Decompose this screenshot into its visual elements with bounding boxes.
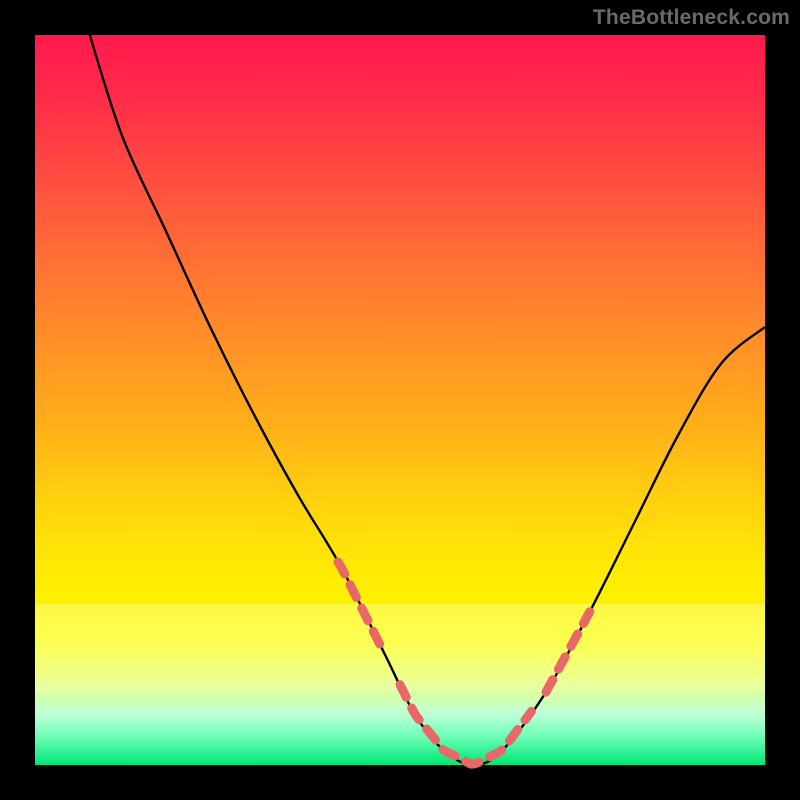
chart-frame: TheBottleneck.com <box>0 0 800 800</box>
watermark-text: TheBottleneck.com <box>593 6 790 30</box>
bottleneck-curve <box>90 35 765 765</box>
dash-segment <box>338 562 382 648</box>
dash-overlay <box>338 562 590 764</box>
curve-layer <box>35 35 765 765</box>
dash-segment <box>400 685 531 764</box>
